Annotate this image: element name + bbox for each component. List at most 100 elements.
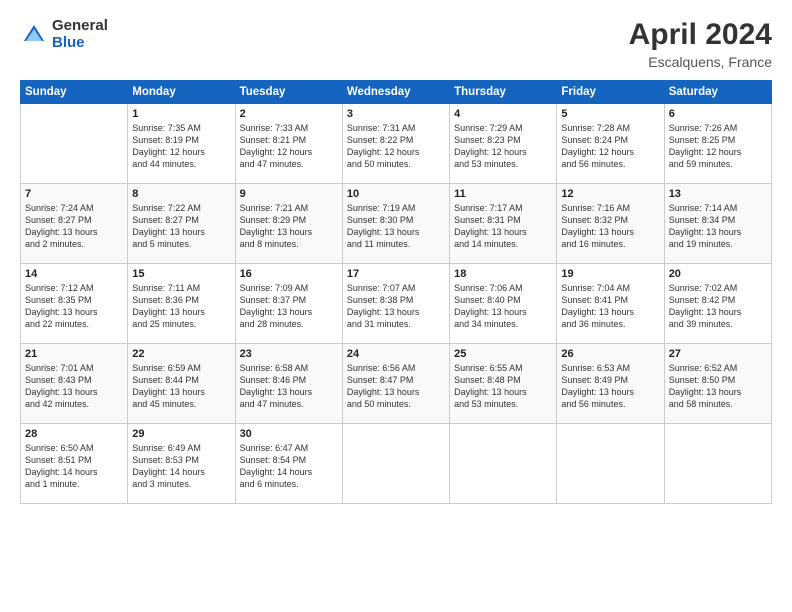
day-info: Sunrise: 7:24 AMSunset: 8:27 PMDaylight:… [25, 202, 123, 251]
day-info: Sunrise: 7:07 AMSunset: 8:38 PMDaylight:… [347, 282, 445, 331]
calendar-cell: 27 Sunrise: 6:52 AMSunset: 8:50 PMDayligh… [664, 344, 771, 424]
header-day-sunday: Sunday [21, 81, 128, 104]
calendar-cell: 22 Sunrise: 6:59 AMSunset: 8:44 PMDayligh… [128, 344, 235, 424]
week-row-3: 21Sunrise: 7:01 AMSunset: 8:43 PMDayligh… [21, 344, 772, 424]
day-number: 6 [669, 108, 767, 120]
calendar-cell: 2 Sunrise: 7:33 AMSunset: 8:21 PMDaylight… [235, 104, 342, 184]
header-day-saturday: Saturday [664, 81, 771, 104]
calendar-cell: 11Sunrise: 7:17 AMSunset: 8:31 PMDayligh… [450, 184, 557, 264]
page: General Blue April 2024 Escalquens, Fran… [0, 0, 792, 612]
day-number: 23 [240, 348, 338, 360]
day-number: 10 [347, 188, 445, 200]
day-number: 20 [669, 268, 767, 280]
calendar-cell: 5 Sunrise: 7:28 AMSunset: 8:24 PMDaylight… [557, 104, 664, 184]
day-number: 16 [240, 268, 338, 280]
day-number: 3 [347, 108, 445, 120]
calendar-cell: 12Sunrise: 7:16 AMSunset: 8:32 PMDayligh… [557, 184, 664, 264]
day-number: 18 [454, 268, 552, 280]
calendar-cell: 26 Sunrise: 6:53 AMSunset: 8:49 PMDayligh… [557, 344, 664, 424]
day-number: 22 [132, 348, 230, 360]
calendar-cell: 13Sunrise: 7:14 AMSunset: 8:34 PMDayligh… [664, 184, 771, 264]
calendar-cell: 24 Sunrise: 6:56 AMSunset: 8:47 PMDayligh… [342, 344, 449, 424]
day-number: 30 [240, 428, 338, 440]
day-info: Sunrise: 7:35 AMSunset: 8:19 PMDaylight:… [132, 122, 230, 171]
day-number: 13 [669, 188, 767, 200]
day-number: 24 [347, 348, 445, 360]
day-number: 4 [454, 108, 552, 120]
calendar-cell [342, 424, 449, 504]
calendar-cell: 6Sunrise: 7:26 AMSunset: 8:25 PMDaylight… [664, 104, 771, 184]
week-row-2: 14Sunrise: 7:12 AMSunset: 8:35 PMDayligh… [21, 264, 772, 344]
day-info: Sunrise: 7:12 AMSunset: 8:35 PMDaylight:… [25, 282, 123, 331]
day-info: Sunrise: 6:58 AMSunset: 8:46 PMDaylight:… [240, 362, 338, 411]
header-day-monday: Monday [128, 81, 235, 104]
calendar-cell: 10 Sunrise: 7:19 AMSunset: 8:30 PMDayligh… [342, 184, 449, 264]
header-day-tuesday: Tuesday [235, 81, 342, 104]
day-number: 2 [240, 108, 338, 120]
month-title: April 2024 [629, 18, 772, 52]
calendar-cell: 30 Sunrise: 6:47 AMSunset: 8:54 PMDayligh… [235, 424, 342, 504]
day-info: Sunrise: 6:52 AMSunset: 8:50 PMDaylight:… [669, 362, 767, 411]
day-number: 29 [132, 428, 230, 440]
calendar-cell: 7 Sunrise: 7:24 AMSunset: 8:27 PMDaylight… [21, 184, 128, 264]
day-info: Sunrise: 6:55 AMSunset: 8:48 PMDaylight:… [454, 362, 552, 411]
calendar-cell [664, 424, 771, 504]
day-number: 26 [561, 348, 659, 360]
calendar-cell: 16 Sunrise: 7:09 AMSunset: 8:37 PMDayligh… [235, 264, 342, 344]
day-info: Sunrise: 7:19 AMSunset: 8:30 PMDaylight:… [347, 202, 445, 251]
calendar-cell: 20Sunrise: 7:02 AMSunset: 8:42 PMDayligh… [664, 264, 771, 344]
day-info: Sunrise: 6:47 AMSunset: 8:54 PMDaylight:… [240, 442, 338, 491]
day-info: Sunrise: 6:56 AMSunset: 8:47 PMDaylight:… [347, 362, 445, 411]
day-info: Sunrise: 7:04 AMSunset: 8:41 PMDaylight:… [561, 282, 659, 331]
day-info: Sunrise: 6:50 AMSunset: 8:51 PMDaylight:… [25, 442, 123, 491]
calendar-cell [450, 424, 557, 504]
day-number: 17 [347, 268, 445, 280]
day-info: Sunrise: 6:49 AMSunset: 8:53 PMDaylight:… [132, 442, 230, 491]
header-day-thursday: Thursday [450, 81, 557, 104]
day-info: Sunrise: 6:53 AMSunset: 8:49 PMDaylight:… [561, 362, 659, 411]
day-number: 21 [25, 348, 123, 360]
day-info: Sunrise: 6:59 AMSunset: 8:44 PMDaylight:… [132, 362, 230, 411]
calendar-cell: 23 Sunrise: 6:58 AMSunset: 8:46 PMDayligh… [235, 344, 342, 424]
day-info: Sunrise: 7:21 AMSunset: 8:29 PMDaylight:… [240, 202, 338, 251]
calendar-cell: 29 Sunrise: 6:49 AMSunset: 8:53 PMDayligh… [128, 424, 235, 504]
calendar-cell: 1 Sunrise: 7:35 AMSunset: 8:19 PMDaylight… [128, 104, 235, 184]
location: Escalquens, France [629, 54, 772, 70]
day-number: 7 [25, 188, 123, 200]
header-day-wednesday: Wednesday [342, 81, 449, 104]
day-number: 5 [561, 108, 659, 120]
logo-icon [20, 21, 48, 49]
calendar-cell: 4 Sunrise: 7:29 AMSunset: 8:23 PMDaylight… [450, 104, 557, 184]
day-number: 1 [132, 108, 230, 120]
logo: General Blue [20, 18, 108, 51]
day-number: 19 [561, 268, 659, 280]
logo-general: General [52, 18, 108, 35]
calendar-cell: 14Sunrise: 7:12 AMSunset: 8:35 PMDayligh… [21, 264, 128, 344]
day-number: 28 [25, 428, 123, 440]
calendar-cell [557, 424, 664, 504]
calendar-cell: 3Sunrise: 7:31 AMSunset: 8:22 PMDaylight… [342, 104, 449, 184]
day-number: 25 [454, 348, 552, 360]
logo-blue: Blue [52, 35, 108, 52]
calendar-cell: 17 Sunrise: 7:07 AMSunset: 8:38 PMDayligh… [342, 264, 449, 344]
header-day-friday: Friday [557, 81, 664, 104]
day-number: 15 [132, 268, 230, 280]
day-info: Sunrise: 7:28 AMSunset: 8:24 PMDaylight:… [561, 122, 659, 171]
day-number: 8 [132, 188, 230, 200]
day-info: Sunrise: 7:33 AMSunset: 8:21 PMDaylight:… [240, 122, 338, 171]
day-info: Sunrise: 7:16 AMSunset: 8:32 PMDaylight:… [561, 202, 659, 251]
calendar-cell: 25 Sunrise: 6:55 AMSunset: 8:48 PMDayligh… [450, 344, 557, 424]
week-row-1: 7 Sunrise: 7:24 AMSunset: 8:27 PMDaylight… [21, 184, 772, 264]
day-number: 9 [240, 188, 338, 200]
day-info: Sunrise: 7:29 AMSunset: 8:23 PMDaylight:… [454, 122, 552, 171]
calendar-cell: 19 Sunrise: 7:04 AMSunset: 8:41 PMDayligh… [557, 264, 664, 344]
day-info: Sunrise: 7:09 AMSunset: 8:37 PMDaylight:… [240, 282, 338, 331]
day-number: 11 [454, 188, 552, 200]
day-info: Sunrise: 7:11 AMSunset: 8:36 PMDaylight:… [132, 282, 230, 331]
week-row-0: 1 Sunrise: 7:35 AMSunset: 8:19 PMDaylight… [21, 104, 772, 184]
day-info: Sunrise: 7:22 AMSunset: 8:27 PMDaylight:… [132, 202, 230, 251]
calendar-cell: 28 Sunrise: 6:50 AMSunset: 8:51 PMDayligh… [21, 424, 128, 504]
day-number: 27 [669, 348, 767, 360]
logo-text: General Blue [52, 18, 108, 51]
calendar-cell: 15 Sunrise: 7:11 AMSunset: 8:36 PMDayligh… [128, 264, 235, 344]
